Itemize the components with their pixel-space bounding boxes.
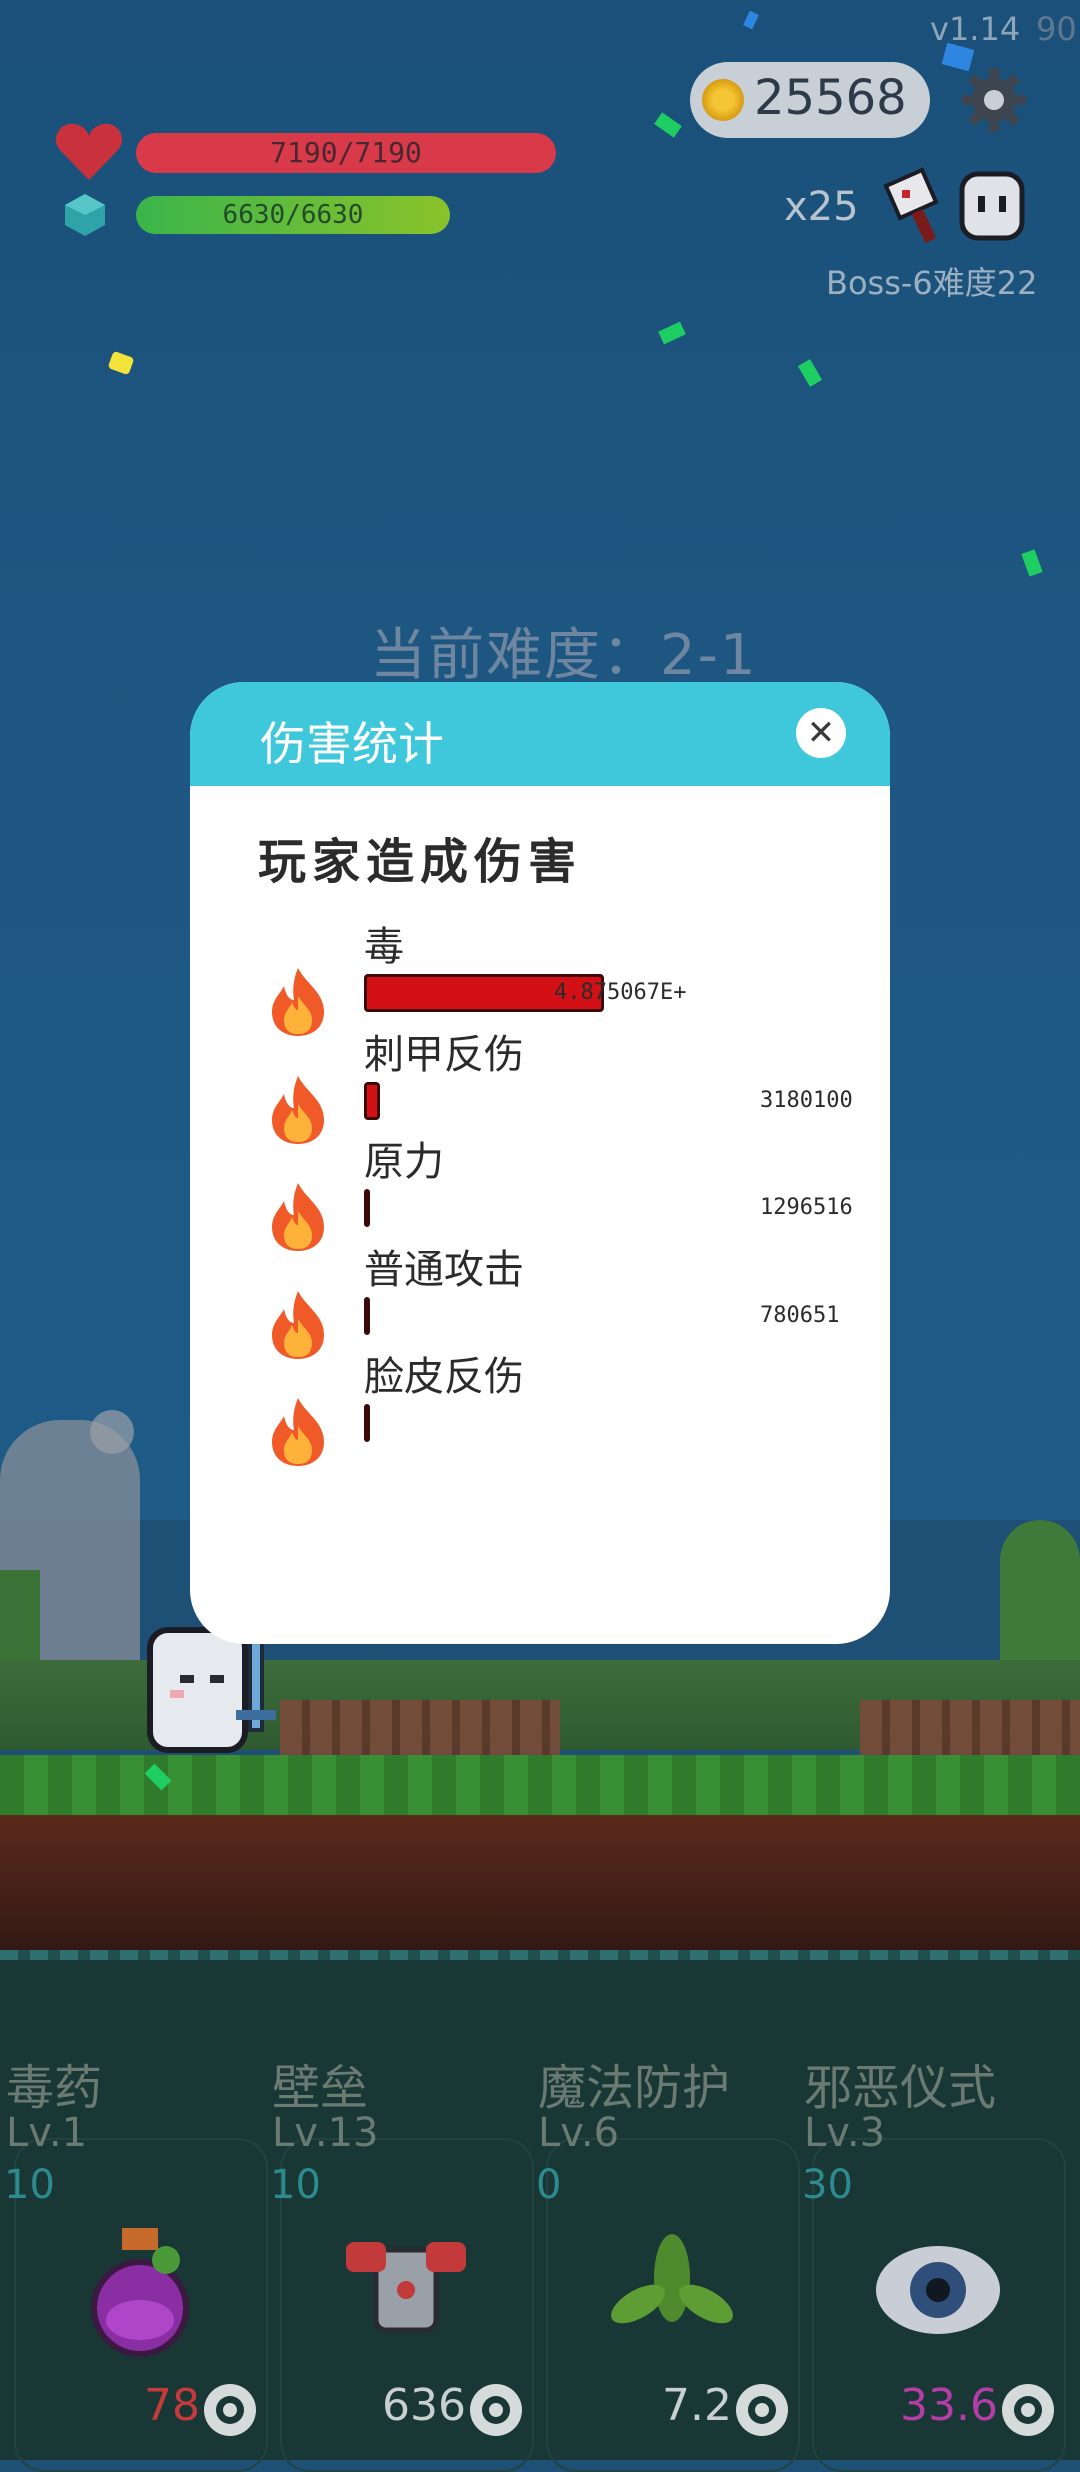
- hp-text: 7190/7190: [270, 136, 422, 169]
- skill-cost: 10: [4, 2162, 55, 2208]
- gear-icon[interactable]: [958, 64, 1030, 136]
- damage-source-name: 原力: [364, 1139, 444, 1185]
- eye-icon: [868, 2220, 1008, 2360]
- enemy-multiplier: x25: [784, 184, 859, 230]
- mp-text: 6630/6630: [222, 200, 364, 230]
- skill-level: Lv.1: [6, 2110, 88, 2156]
- difficulty-label: 当前难度：2-1: [370, 623, 758, 688]
- coin-icon: [702, 79, 744, 121]
- skill-name: 壁垒: [272, 2060, 369, 2116]
- skill-cost: 30: [802, 2162, 853, 2208]
- leaf-icon: [602, 2220, 742, 2360]
- cleaver-icon: [883, 167, 939, 244]
- upgrade-gear-icon[interactable]: [998, 2380, 1058, 2440]
- boss-label: Boss-6难度22: [826, 264, 1038, 302]
- damage-stats-dialog: 伤害统计 ✕ 玩家造成伤害 毒 4.875067E+ 刺甲反伤 3180100 …: [190, 682, 890, 1644]
- potion-icon: [70, 2220, 210, 2360]
- damage-bar: [364, 1081, 380, 1120]
- dirt-ground: [0, 1815, 1080, 1960]
- damage-value: 780651: [760, 1302, 840, 1328]
- skill-card[interactable]: 魔法防护 Lv.6 0 7.2: [532, 2040, 800, 2472]
- flame-icon: [272, 1398, 324, 1466]
- damage-row: 脸皮反伤: [190, 1344, 890, 1512]
- skill-name: 邪恶仪式: [804, 2060, 997, 2116]
- skill-level: Lv.3: [804, 2110, 886, 2156]
- damage-bar: [364, 1404, 370, 1442]
- damage-bar: [364, 1189, 371, 1227]
- damage-bar: [364, 1296, 370, 1335]
- damage-source-name: 脸皮反伤: [364, 1354, 524, 1400]
- fence-decoration-right: [860, 1700, 1080, 1756]
- damage-value: 4.875067E+: [554, 980, 687, 1005]
- skill-stat: 7.2: [662, 2380, 732, 2431]
- skill-cost: 10: [270, 2162, 321, 2208]
- skill-level: Lv.13: [272, 2110, 379, 2156]
- mana-crystal-icon: [65, 194, 105, 236]
- skill-cost: 0: [536, 2162, 562, 2208]
- skill-name: 毒药: [6, 2060, 103, 2116]
- ghost-boss-icon: [959, 171, 1025, 241]
- close-button[interactable]: ✕: [796, 708, 846, 758]
- fps-counter: 90: [1036, 10, 1077, 48]
- section-title: 玩家造成伤害: [258, 834, 583, 890]
- upgrade-gear-icon[interactable]: [466, 2380, 526, 2440]
- skill-card[interactable]: 邪恶仪式 Lv.3 30 33.6: [798, 2040, 1066, 2472]
- fence-decoration: [280, 1700, 560, 1756]
- skill-stat: 636: [382, 2380, 466, 2431]
- damage-value: 1296516: [760, 1195, 853, 1220]
- damage-source-name: 毒: [364, 924, 404, 970]
- damage-value: 3180100: [760, 1087, 853, 1113]
- skill-card[interactable]: 毒药 Lv.1 10 78: [0, 2040, 268, 2472]
- skill-level: Lv.6: [538, 2110, 620, 2156]
- version-label: v1.14: [930, 10, 1021, 48]
- upgrade-gear-icon[interactable]: [732, 2380, 792, 2440]
- damage-source-name: 普通攻击: [364, 1246, 524, 1293]
- skill-name: 魔法防护: [538, 2060, 731, 2116]
- damage-source-name: 刺甲反伤: [364, 1031, 524, 1078]
- dialog-title: 伤害统计: [260, 717, 444, 771]
- skill-stat: 78: [144, 2380, 200, 2431]
- cloud-puff-decoration: [90, 1410, 134, 1454]
- panel-stripe: [0, 1950, 1080, 1960]
- upgrade-gear-icon[interactable]: [200, 2380, 260, 2440]
- skill-stat: 33.6: [900, 2380, 998, 2431]
- armor-icon: [336, 2220, 476, 2360]
- coin-amount: 25568: [754, 70, 907, 126]
- heart-icon: [55, 123, 123, 180]
- skill-card[interactable]: 壁垒 Lv.13 10 636: [266, 2040, 534, 2472]
